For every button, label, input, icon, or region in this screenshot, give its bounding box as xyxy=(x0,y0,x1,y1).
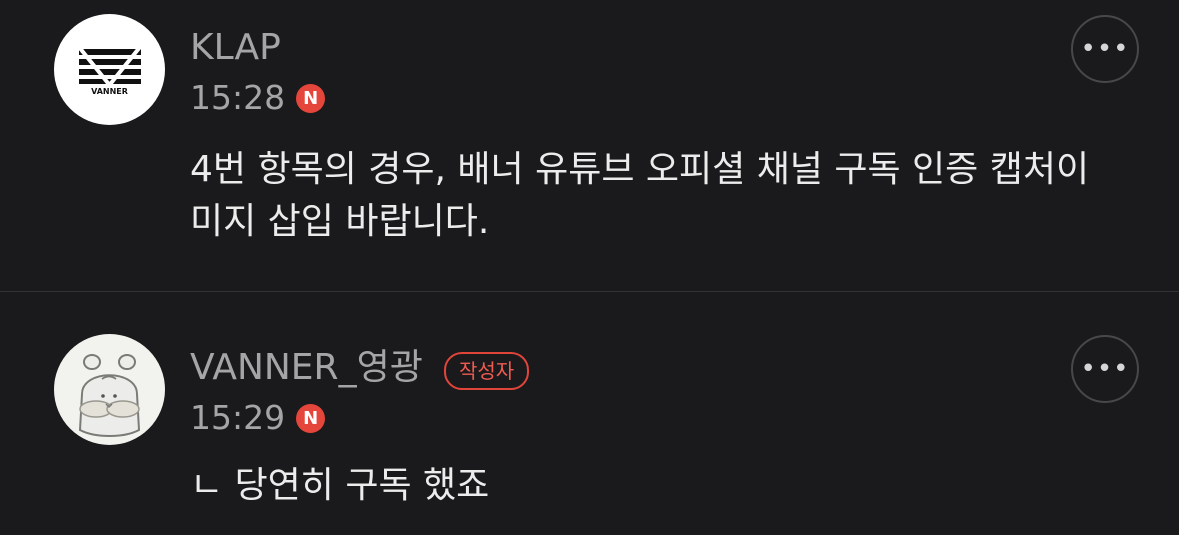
comment-item: VANNER_영광 작성자 15:29 N ㄴ 당연히 구독 했죠 ••• xyxy=(0,292,1179,535)
avatar[interactable]: VANNER xyxy=(54,14,165,125)
timestamp: 15:29 xyxy=(190,398,286,437)
comment-meta: 15:28 N xyxy=(190,78,326,117)
author-name[interactable]: VANNER_영광 xyxy=(190,348,423,388)
vanner-logo-icon: VANNER xyxy=(77,45,142,96)
avatar[interactable] xyxy=(54,334,165,445)
author-name[interactable]: KLAP xyxy=(190,28,281,68)
comment-text: ㄴ 당연히 구독 했죠 xyxy=(190,465,490,506)
comment-text: 4번 항목의 경우, 배너 유튜브 오피셜 채널 구독 인증 캡처이미지 삽입 … xyxy=(190,149,1090,242)
comment-item: VANNER KLAP 15:28 N 4번 항목의 경우, 배너 유튜브 오피… xyxy=(0,0,1179,291)
avatar-logo-text: VANNER xyxy=(91,87,128,96)
new-badge-icon: N xyxy=(296,83,326,113)
more-options-button[interactable]: ••• xyxy=(1071,15,1139,83)
comment-meta: 15:29 N xyxy=(190,398,326,437)
hamster-avatar-icon xyxy=(78,354,141,437)
timestamp: 15:28 xyxy=(190,78,286,117)
new-badge-icon: N xyxy=(296,403,326,433)
author-badge: 작성자 xyxy=(444,352,530,390)
more-options-button[interactable]: ••• xyxy=(1071,335,1139,403)
